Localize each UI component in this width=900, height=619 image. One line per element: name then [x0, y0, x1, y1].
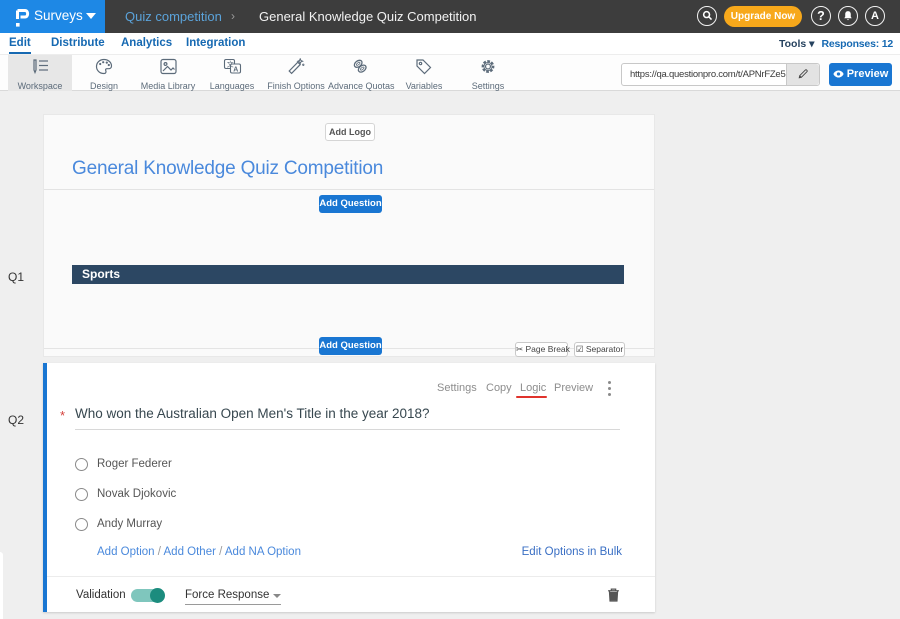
svg-text:A: A: [233, 67, 238, 74]
